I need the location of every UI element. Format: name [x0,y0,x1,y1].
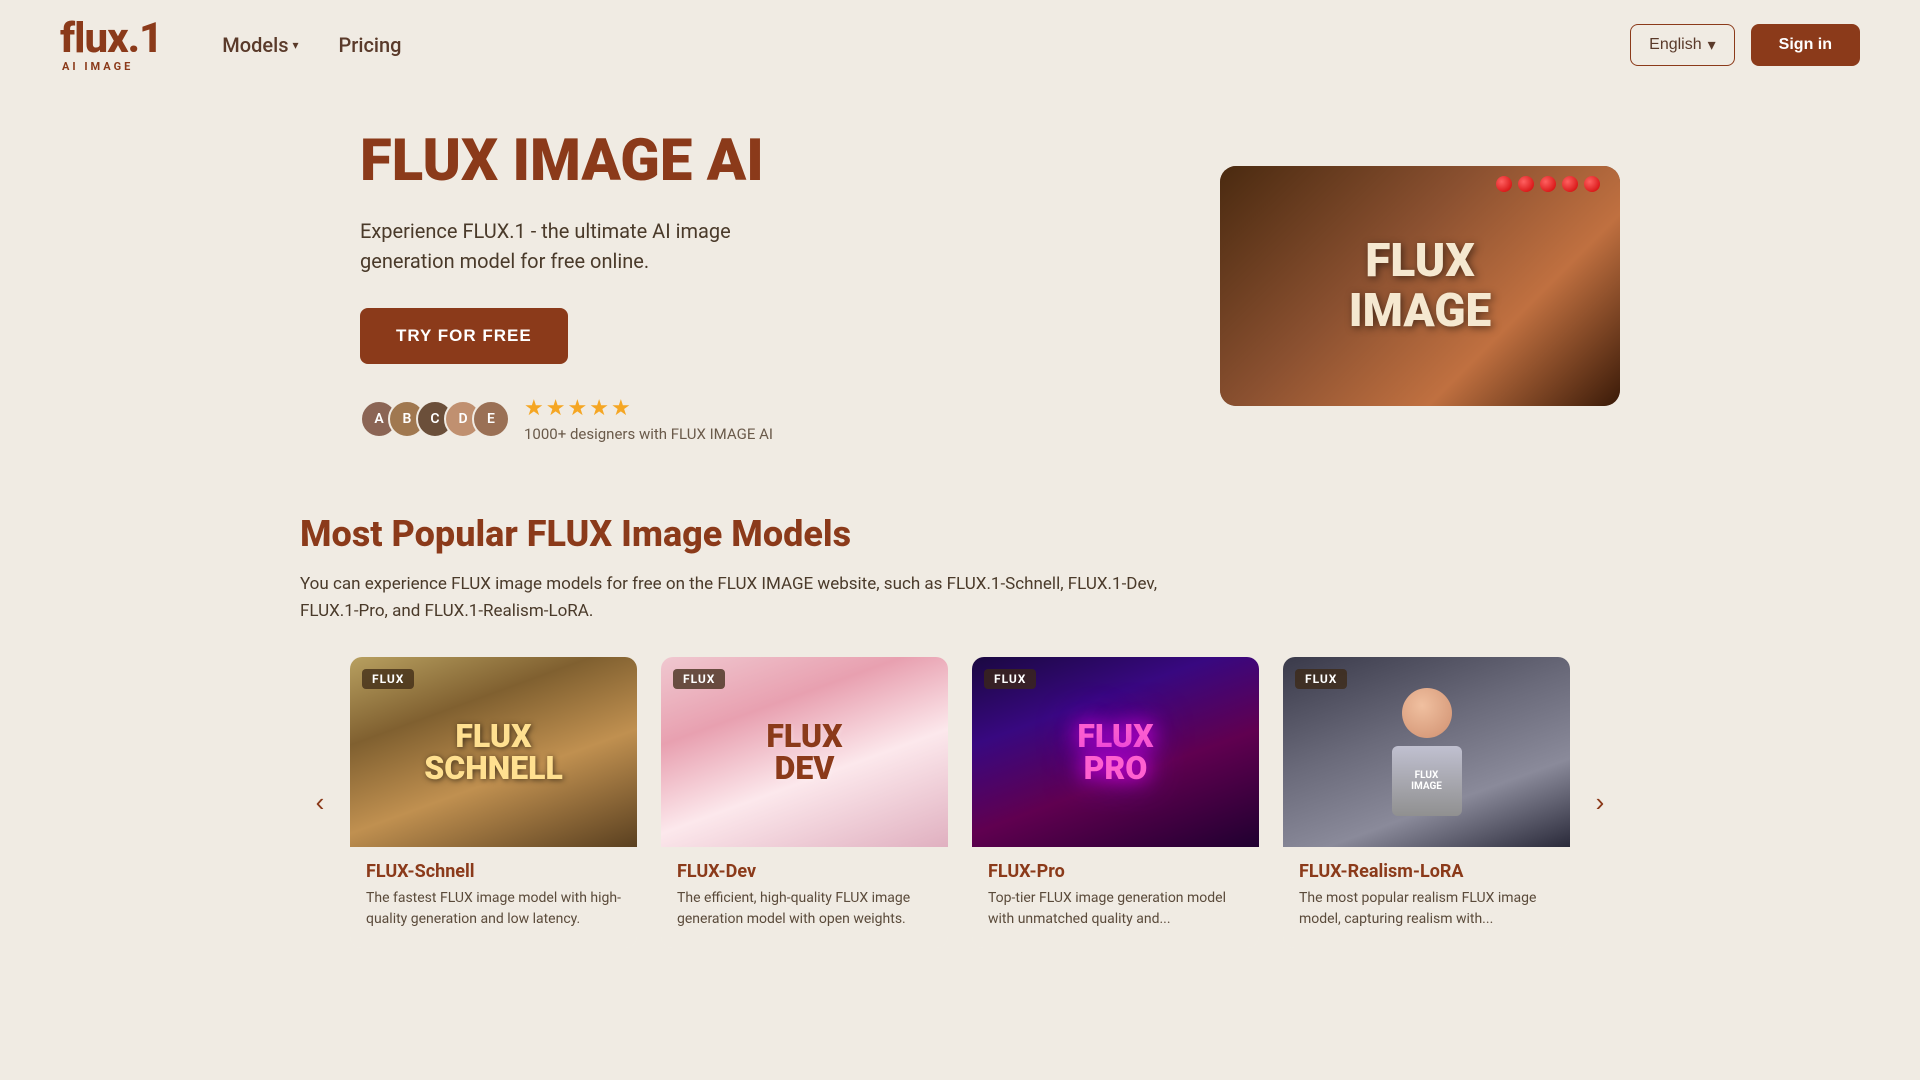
logo[interactable]: flux.1 AI IMAGE [60,18,162,73]
star-icon: ★ [524,396,544,421]
hero-description: Experience FLUX.1 - the ultimate AI imag… [360,216,780,276]
chevron-left-icon: ‹ [316,787,325,818]
cherry-decoration [1562,176,1578,192]
cherry-decoration [1518,176,1534,192]
model-image: FLUX FLUXSCHNELL [350,657,637,847]
model-card[interactable]: FLUX FLUXPRO FLUX-Pro Top-tier FLUX imag… [972,657,1259,948]
cherry-decoration [1584,176,1600,192]
models-grid: FLUX FLUXSCHNELL FLUX-Schnell The fastes… [350,657,1570,948]
hero-image-placeholder: FLUXIMAGE [1220,166,1620,406]
models-carousel: ‹ FLUX FLUXSCHNELL FLUX-Schnell The fast… [300,657,1620,948]
section-description: You can experience FLUX image models for… [300,571,1180,625]
model-badge: FLUX [362,669,414,689]
chevron-right-icon: › [1596,787,1605,818]
social-proof-info: ★ ★ ★ ★ ★ 1000+ designers with FLUX IMAG… [524,396,773,443]
model-info: FLUX-Schnell The fastest FLUX image mode… [350,847,637,948]
models-section: Most Popular FLUX Image Models You can e… [0,473,1920,1008]
section-title: Most Popular FLUX Image Models [300,513,1620,555]
model-image-text: FLUXDEV [766,720,842,784]
hero-section: FLUX IMAGE AI Experience FLUX.1 - the ul… [0,100,1920,473]
model-name: FLUX-Dev [677,861,932,882]
star-icon: ★ [546,396,566,421]
model-badge: FLUX [984,669,1036,689]
chevron-down-icon: ▾ [293,38,299,52]
model-badge: FLUX [1295,669,1347,689]
model-badge: FLUX [673,669,725,689]
model-name: FLUX-Pro [988,861,1243,882]
model-info: FLUX-Realism-LoRA The most popular reali… [1283,847,1570,948]
cherry-decorations [1496,176,1600,192]
model-image: FLUX FLUXPRO [972,657,1259,847]
model-card[interactable]: FLUX FLUXSCHNELL FLUX-Schnell The fastes… [350,657,637,948]
hero-image-text: FLUXIMAGE [1349,236,1492,337]
model-description: The fastest FLUX image model with high-q… [366,888,621,930]
avatar: E [472,400,510,438]
chevron-down-icon: ▾ [1708,35,1716,55]
nav-models-label: Models [222,33,288,57]
star-icon: ★ [611,396,631,421]
model-info: FLUX-Pro Top-tier FLUX image generation … [972,847,1259,948]
nav-right: English ▾ Sign in [1630,24,1860,66]
logo-text: flux.1 [60,18,162,60]
model-description: The efficient, high-quality FLUX image g… [677,888,932,930]
navbar: flux.1 AI IMAGE Models ▾ Pricing English… [0,0,1920,90]
model-description: Top-tier FLUX image generation model wit… [988,888,1243,930]
hero-title: FLUX IMAGE AI [360,130,780,194]
language-label: English [1649,36,1701,54]
model-image: FLUX FLUXIMAGE [1283,657,1570,847]
carousel-next-button[interactable]: › [1580,783,1620,823]
social-proof: A B C D E ★ ★ ★ ★ ★ 1000+ designers with… [360,396,780,443]
model-card[interactable]: FLUX FLUXDEV FLUX-Dev The efficient, hig… [661,657,948,948]
sign-in-label: Sign in [1779,36,1832,53]
nav-models-link[interactable]: Models ▾ [222,33,298,57]
model-image-content: FLUXIMAGE [1392,688,1462,816]
hero-image: FLUXIMAGE [1220,166,1620,406]
social-text: 1000+ designers with FLUX IMAGE AI [524,425,773,443]
nav-pricing-link[interactable]: Pricing [339,33,402,57]
cherry-decoration [1540,176,1556,192]
nav-left: flux.1 AI IMAGE Models ▾ Pricing [60,18,401,73]
star-icon: ★ [589,396,609,421]
try-for-free-button[interactable]: TRY FOR FREE [360,308,568,364]
logo-sub: AI IMAGE [62,60,133,73]
language-button[interactable]: English ▾ [1630,24,1735,66]
model-image-text: FLUXSCHNELL [424,720,563,784]
model-card[interactable]: FLUX FLUXIMAGE FLUX-Realism-LoRA The m [1283,657,1570,948]
model-info: FLUX-Dev The efficient, high-quality FLU… [661,847,948,948]
model-description: The most popular realism FLUX image mode… [1299,888,1554,930]
model-name: FLUX-Schnell [366,861,621,882]
model-image-text: FLUXPRO [1077,720,1153,784]
cherry-decoration [1496,176,1512,192]
carousel-prev-button[interactable]: ‹ [300,783,340,823]
hero-content: FLUX IMAGE AI Experience FLUX.1 - the ul… [360,130,780,443]
avatars: A B C D E [360,400,510,438]
nav-pricing-label: Pricing [339,33,402,57]
nav-links: Models ▾ Pricing [222,33,401,57]
model-name: FLUX-Realism-LoRA [1299,861,1554,882]
sign-in-button[interactable]: Sign in [1751,24,1860,66]
model-image: FLUX FLUXDEV [661,657,948,847]
star-rating: ★ ★ ★ ★ ★ [524,396,773,421]
star-icon: ★ [567,396,587,421]
